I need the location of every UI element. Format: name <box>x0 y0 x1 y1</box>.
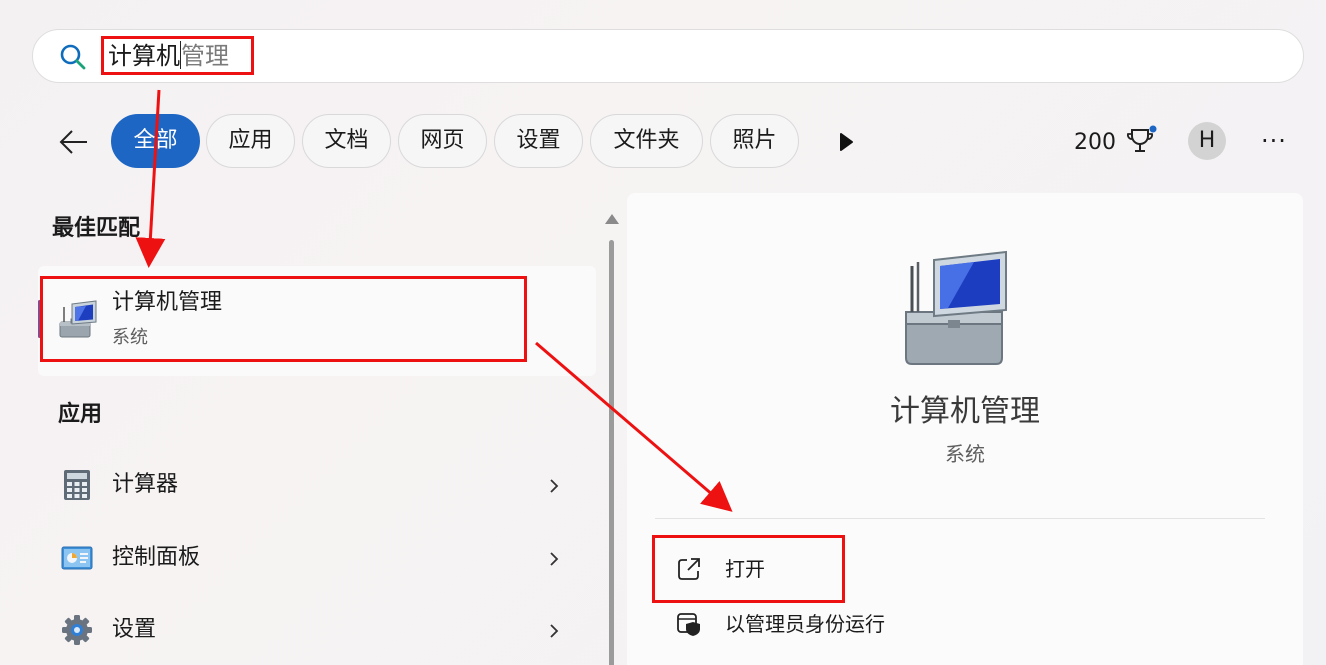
tab-settings[interactable]: 设置 <box>494 114 583 168</box>
control-panel-icon <box>61 546 93 570</box>
rewards-points[interactable]: 200 <box>1074 128 1116 158</box>
settings-gear-icon <box>62 615 92 645</box>
app-item-label-settings: 设置 <box>112 617 157 642</box>
user-avatar[interactable]: H <box>1188 122 1226 160</box>
detail-divider <box>655 518 1265 519</box>
apps-heading: 应用 <box>58 402 103 427</box>
calculator-icon <box>64 470 90 500</box>
app-item-label-calculator: 计算器 <box>112 472 179 497</box>
tab-web[interactable]: 网页 <box>398 114 487 168</box>
run-as-admin-label: 以管理员身份运行 <box>725 612 885 636</box>
annotation-box-open <box>652 535 845 603</box>
back-arrow-icon[interactable] <box>54 122 94 162</box>
detail-title: 计算机管理 <box>890 394 1040 429</box>
search-icon <box>60 44 86 70</box>
chevron-right-icon[interactable] <box>544 621 564 641</box>
tab-photos[interactable]: 照片 <box>710 114 799 168</box>
annotation-box-best-match <box>40 276 527 362</box>
tab-documents[interactable]: 文档 <box>302 114 391 168</box>
computer-management-large-icon <box>905 250 1007 365</box>
annotation-box-search <box>101 36 254 75</box>
more-options-button[interactable]: ··· <box>1254 126 1294 156</box>
more-filters-play-icon[interactable] <box>832 128 858 156</box>
detail-subtitle: 系统 <box>945 442 985 466</box>
best-match-heading: 最佳匹配 <box>52 216 141 241</box>
results-scrollbar[interactable] <box>609 240 614 665</box>
tab-apps[interactable]: 应用 <box>206 114 295 168</box>
chevron-right-icon[interactable] <box>544 476 564 496</box>
tab-all[interactable]: 全部 <box>111 114 200 168</box>
admin-shield-icon <box>677 613 700 636</box>
chevron-right-icon[interactable] <box>544 549 564 569</box>
rewards-trophy-icon[interactable] <box>1126 124 1160 158</box>
app-item-label-control-panel: 控制面板 <box>112 545 201 570</box>
scroll-up-arrow-icon[interactable] <box>603 212 621 226</box>
tab-folders[interactable]: 文件夹 <box>590 114 703 168</box>
